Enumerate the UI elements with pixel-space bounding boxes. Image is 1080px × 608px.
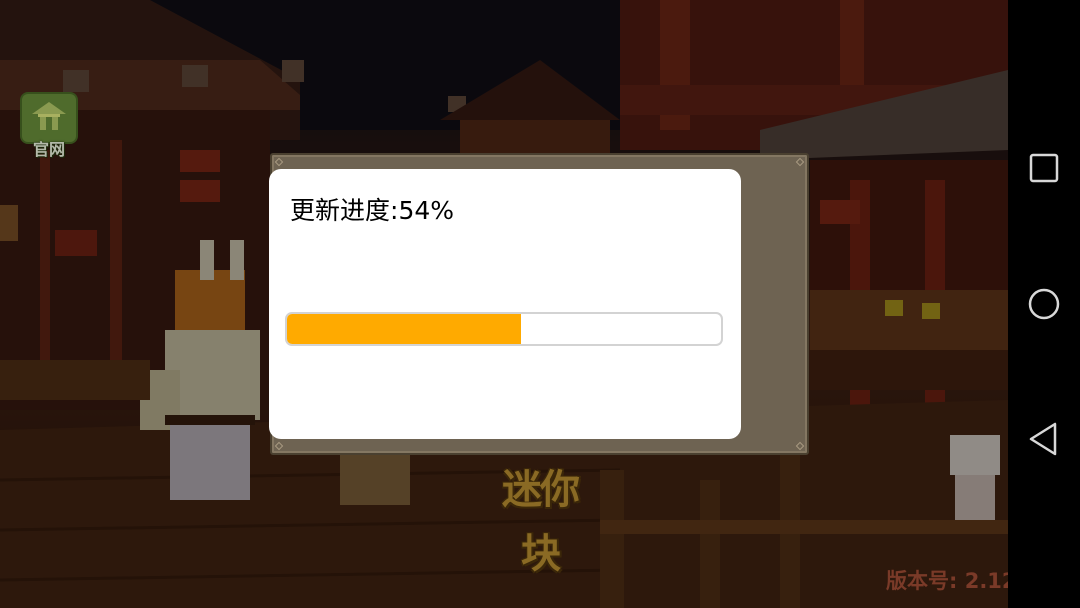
update-progress-bar [285, 312, 723, 346]
update-progress-dialog: 更新进度:54% [269, 169, 741, 439]
navigation-bar [1008, 0, 1080, 608]
version-text: 版本号: 2.12 [886, 569, 1008, 593]
screen: 官网 迷你块 版本号: 2.12 更新进度:54% [0, 0, 1080, 608]
frame-corner-ornament [795, 441, 805, 451]
official-site-button[interactable]: 官网 [20, 92, 78, 159]
house-icon [32, 102, 66, 130]
update-progress-fill [287, 314, 522, 344]
game-logo: 迷你块 [502, 467, 580, 577]
official-site-label: 官网 [32, 140, 65, 159]
back-button[interactable] [1008, 403, 1080, 475]
frame-corner-ornament [274, 157, 284, 167]
update-progress-percent: 54% [398, 196, 455, 225]
back-icon [1029, 422, 1057, 456]
frame-corner-ornament [795, 157, 805, 167]
home-button[interactable] [1008, 268, 1080, 340]
update-progress-title: 更新进度:54% [290, 193, 454, 229]
recent-apps-icon [1029, 153, 1059, 183]
recent-apps-button[interactable] [1008, 132, 1080, 204]
home-icon [1028, 288, 1060, 320]
frame-corner-ornament [274, 441, 284, 451]
update-progress-label: 更新进度: [290, 196, 399, 225]
